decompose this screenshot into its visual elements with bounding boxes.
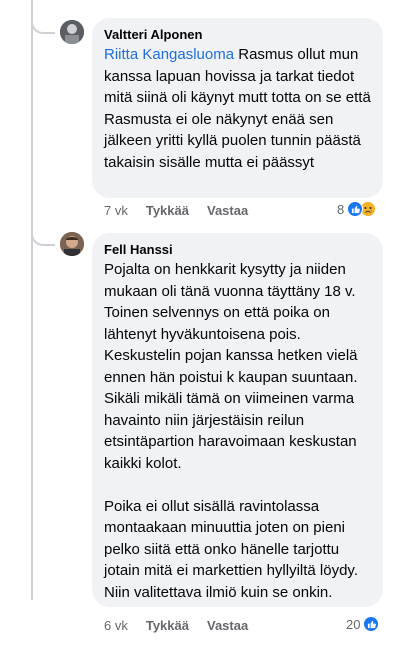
avatar[interactable] <box>60 232 84 256</box>
like-button[interactable]: Tykkää <box>146 618 189 633</box>
reactions-summary[interactable]: 20 <box>346 616 380 632</box>
avatar[interactable] <box>60 20 84 44</box>
like-icon <box>363 616 380 632</box>
comment-bubble: Fell Hanssi Pojalta on henkkarit kysytty… <box>92 233 383 607</box>
like-button[interactable]: Tykkää <box>146 203 189 218</box>
comment-bubble: Valtteri Alponen Riitta Kangasluoma Rasm… <box>92 18 383 198</box>
thread-connector <box>31 20 55 34</box>
comment-body: Rasmus ollut mun kanssa lapuan hovissa j… <box>104 46 375 171</box>
comment-author[interactable]: Valtteri Alponen <box>104 26 371 44</box>
thread-line <box>31 0 33 600</box>
thread-connector <box>31 232 55 246</box>
reply-button[interactable]: Vastaa <box>207 203 248 218</box>
mention-link[interactable]: Riitta Kangasluoma <box>104 46 234 63</box>
avatar-image <box>60 20 84 44</box>
comment-timestamp[interactable]: 7 vk <box>104 203 128 218</box>
comment-author[interactable]: Fell Hanssi <box>104 241 371 259</box>
reaction-count: 20 <box>346 616 361 632</box>
reactions-summary[interactable]: 8 <box>337 201 377 217</box>
reaction-count: 8 <box>337 201 345 217</box>
comment-timestamp[interactable]: 6 vk <box>104 618 128 633</box>
comment-actions: 6 vk Tykkää Vastaa <box>104 618 248 633</box>
comment-text: Pojalta on henkkarit kysytty ja niiden m… <box>104 261 358 601</box>
avatar-image <box>60 232 84 256</box>
reply-button[interactable]: Vastaa <box>207 618 248 633</box>
comment-actions: 7 vk Tykkää Vastaa <box>104 203 248 218</box>
comment-text: Riitta Kangasluoma Rasmus ollut mun kans… <box>104 44 371 173</box>
